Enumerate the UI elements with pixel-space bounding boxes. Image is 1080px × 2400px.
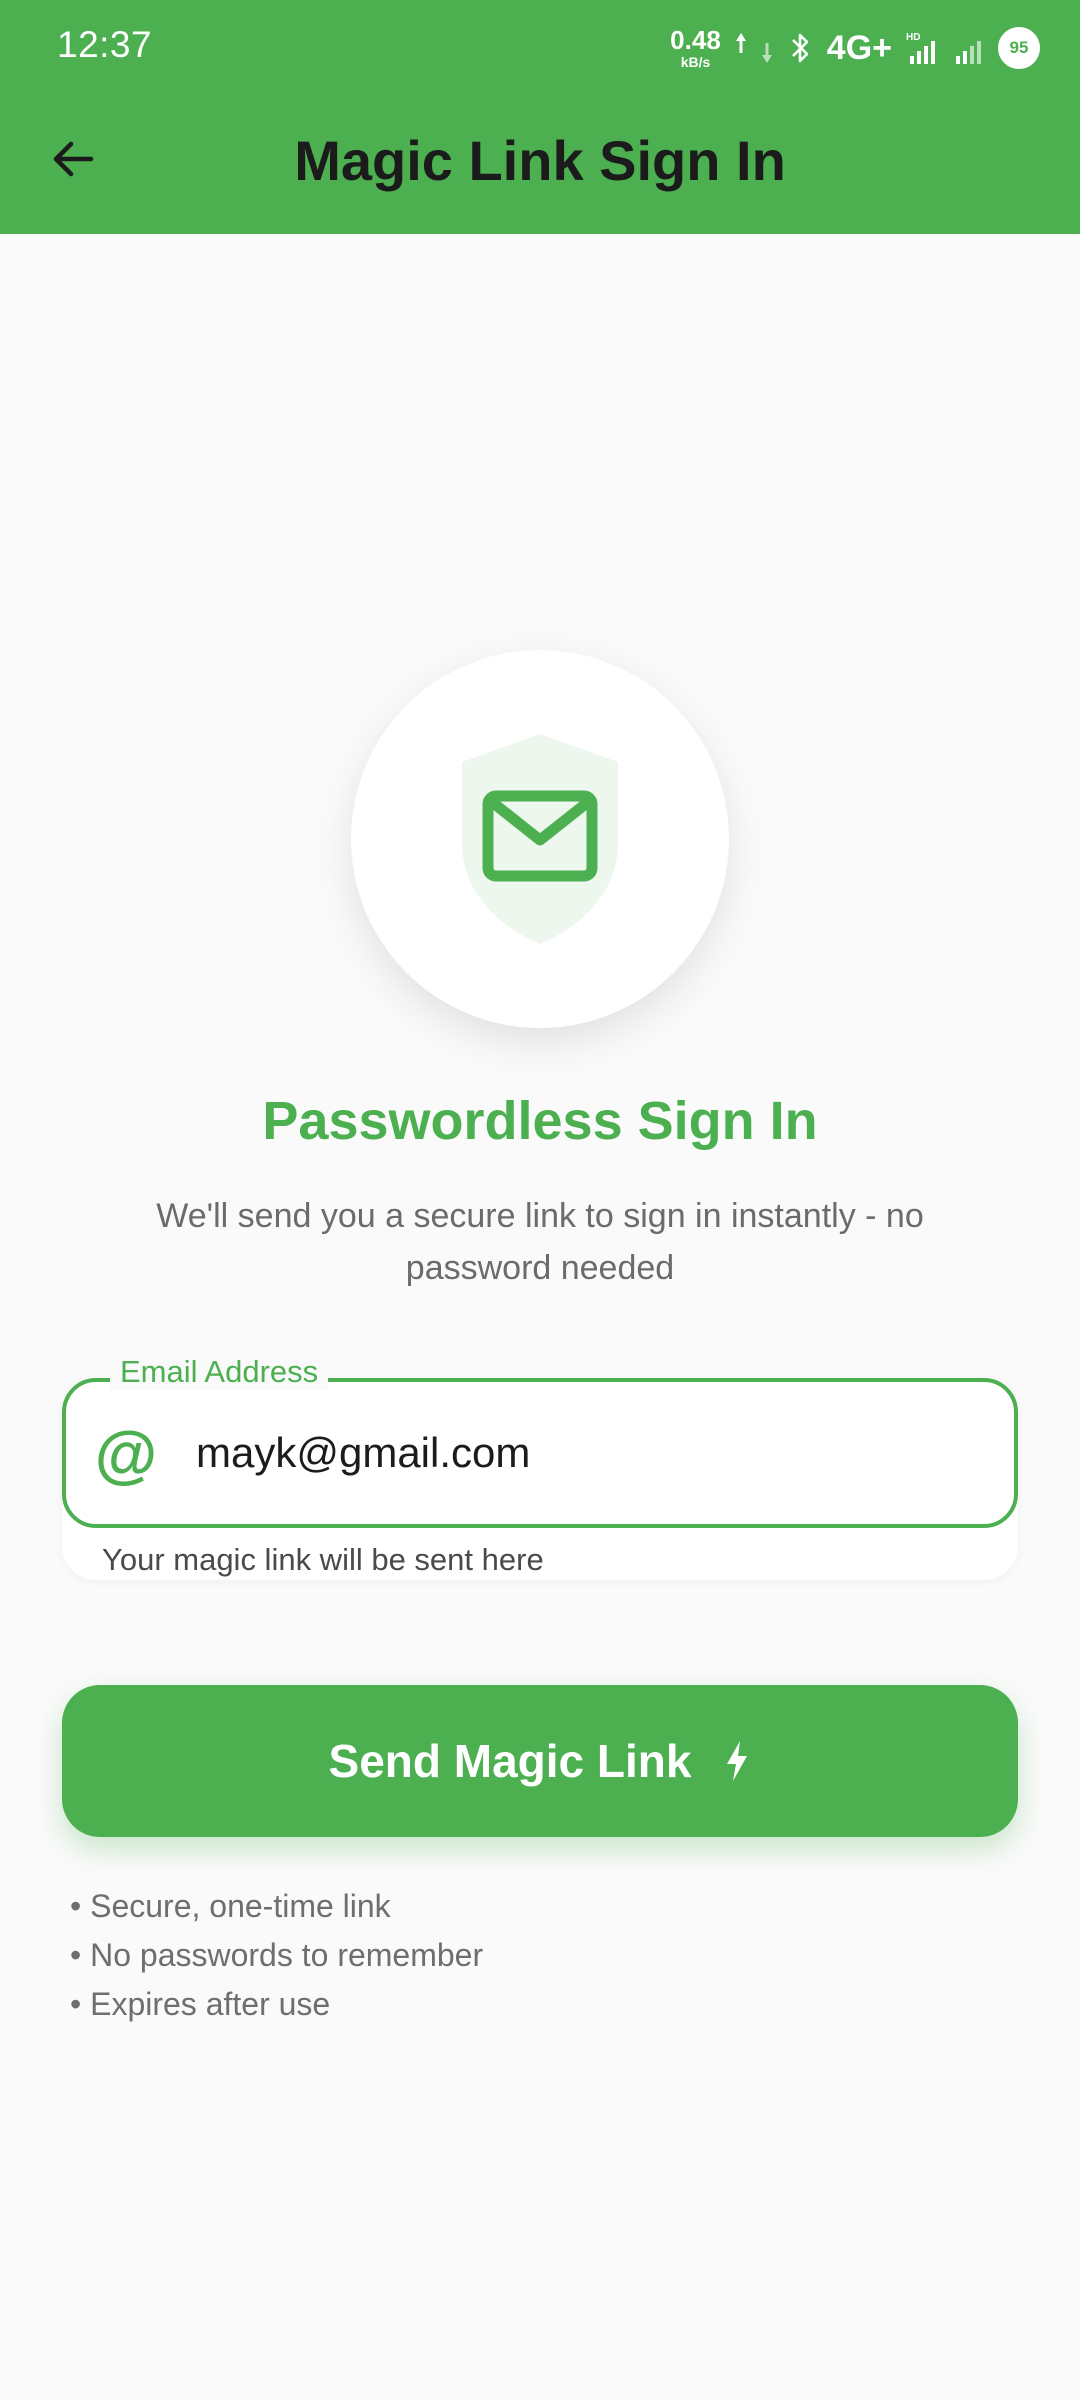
download-arrow-icon: [761, 43, 772, 63]
signal-icon: HD: [906, 32, 935, 64]
battery-level: 95: [1009, 38, 1029, 57]
email-input[interactable]: [196, 1418, 976, 1488]
network-speed-unit: kB/s: [680, 54, 711, 70]
bluetooth-icon: [791, 33, 809, 63]
hero-heading: Passwordless Sign In: [262, 1091, 818, 1151]
page-title: Magic Link Sign In: [294, 129, 786, 192]
feature-item: • Expires after use: [70, 1986, 331, 2022]
svg-text:HD: HD: [906, 32, 920, 43]
status-bar: 12:37 0.48 kB/s 4G+ HD 95: [0, 0, 1080, 92]
feature-item: • Secure, one-time link: [70, 1888, 391, 1924]
email-field-card: Email Address @ Your magic link will be …: [62, 1354, 1018, 1580]
status-time: 12:37: [57, 24, 153, 65]
feature-item: • No passwords to remember: [70, 1937, 484, 1973]
app-bar: 12:37 0.48 kB/s 4G+ HD 95 Magic Link Sig…: [0, 0, 1080, 234]
send-button-label: Send Magic Link: [328, 1735, 692, 1787]
email-helper-text: Your magic link will be sent here: [102, 1542, 544, 1577]
network-speed: 0.48 kB/s: [670, 27, 721, 69]
email-field-label: Email Address: [110, 1354, 329, 1390]
network-type: 4G+: [826, 28, 892, 67]
battery-icon: 95: [998, 27, 1040, 69]
email-field[interactable]: Email Address @: [62, 1354, 1018, 1528]
network-speed-value: 0.48: [670, 25, 721, 55]
bolt-icon: [727, 1741, 748, 1781]
signal-icon: [956, 41, 981, 64]
title-row: Magic Link Sign In: [0, 120, 1080, 204]
at-icon: @: [94, 1418, 158, 1490]
hero-icon-circle: [351, 650, 729, 1028]
shield-mail-icon: [462, 734, 618, 944]
upload-arrow-icon: [735, 33, 746, 53]
feature-list: • Secure, one-time link • No passwords t…: [70, 1882, 483, 2029]
status-icons: 0.48 kB/s 4G+ HD 95: [670, 20, 1040, 76]
send-magic-link-button[interactable]: Send Magic Link: [62, 1685, 1018, 1837]
hero-subtitle: We'll send you a secure link to sign in …: [156, 1197, 924, 1287]
